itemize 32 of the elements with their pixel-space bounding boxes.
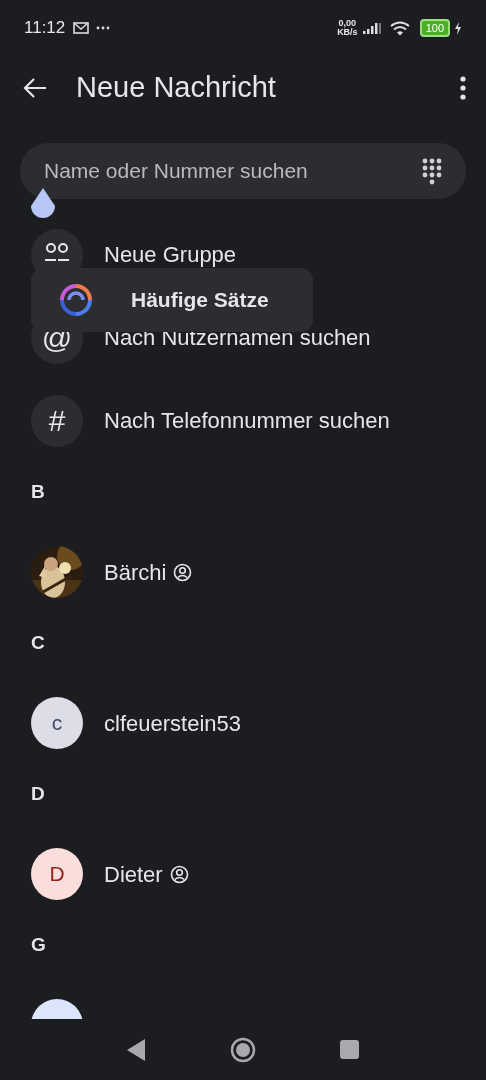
screen-title: Neue Nachricht: [76, 70, 277, 106]
action-icon: #: [31, 394, 83, 447]
action-item[interactable]: Nach Telefonnummer suchen: [104, 404, 390, 437]
back-arrow-icon[interactable]: [22, 77, 48, 99]
section-letter: C: [30, 631, 46, 655]
avatar-initial[interactable]: D: [31, 848, 83, 900]
search-input[interactable]: Name oder Nummer suchen: [42, 154, 422, 188]
section-letter: D: [30, 782, 46, 806]
action-item[interactable]: Neue Gruppe: [104, 238, 237, 271]
home-nav-icon[interactable]: [230, 1036, 256, 1063]
suggestion-popup[interactable]: Häufige Sätze: [31, 268, 313, 332]
more-notifications-icon: [96, 26, 111, 30]
search-field[interactable]: Name oder Nummer suchen: [20, 143, 466, 199]
signal-icon: [361, 22, 382, 34]
section-letter: B: [30, 480, 46, 504]
mail-icon: [73, 22, 90, 34]
back-nav-icon[interactable]: [127, 1038, 146, 1061]
wifi-icon: [389, 20, 410, 36]
swirl-icon: [59, 283, 93, 317]
more-options-icon[interactable]: [460, 76, 466, 100]
charging-icon: [454, 21, 462, 35]
battery-indicator: 100: [419, 19, 450, 37]
contact-name[interactable]: Dieter: [104, 857, 163, 891]
network-speed-unit: KB/s: [337, 28, 358, 37]
network-speed-value: 0,00: [337, 19, 358, 28]
status-time: 11:12: [24, 17, 66, 40]
text-selection-handle-icon: [30, 188, 56, 219]
avatar-initial[interactable]: c: [31, 697, 83, 749]
dialpad-icon[interactable]: [422, 157, 442, 185]
section-letter: G: [30, 933, 47, 957]
contact-name[interactable]: clfeuerstein53: [104, 706, 241, 740]
contact-name[interactable]: Bärchi: [104, 555, 167, 589]
